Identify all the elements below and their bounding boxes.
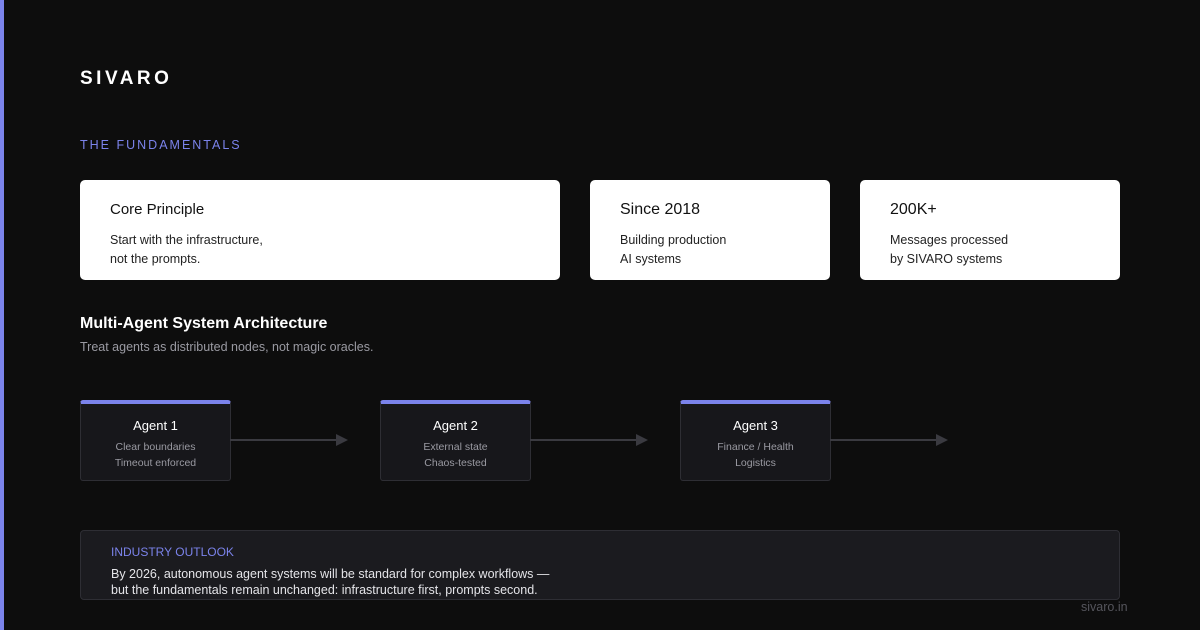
card-title: 200K+ [890,201,937,218]
agent-name: Agent 1 [133,418,178,433]
agent-detail: Clear boundaries [115,441,196,453]
architecture-subtitle: Treat agents as distributed nodes, not m… [80,340,374,354]
card-text: Start with the infrastructure, [110,233,263,247]
card-title: Since 2018 [620,201,701,218]
card-core-principle: Core Principle Start with the infrastruc… [80,180,560,280]
agent-node-1: Agent 1 Clear boundaries Timeout enforce… [80,400,231,481]
agent-node-3: Agent 3 Finance / Health Logistics [680,400,831,481]
card-title: Core Principle [110,201,205,218]
agent-node-2: Agent 2 External state Chaos-tested [380,400,531,481]
agent-detail: Timeout enforced [114,457,197,469]
outlook-label: INDUSTRY OUTLOOK [111,545,234,559]
footer-url: sivaro.in [1081,600,1128,614]
accent-bar [0,0,4,630]
agent-detail: Chaos-tested [424,457,487,469]
outlook-text: By 2026, autonomous agent systems will b… [111,567,550,581]
architecture-title: Multi-Agent System Architecture [80,315,328,332]
card-text: Messages processed [890,233,1009,247]
card-text: not the prompts. [110,252,201,266]
outlook-text: but the fundamentals remain unchanged: i… [111,583,538,597]
agent-name: Agent 3 [733,418,778,433]
agent-name: Agent 2 [433,418,478,433]
section-label: THE FUNDAMENTALS [80,138,242,152]
arrow-right-icon [230,434,348,446]
arrow-right-icon [830,434,948,446]
industry-outlook-panel: INDUSTRY OUTLOOK By 2026, autonomous age… [80,530,1120,600]
card-since-2018: Since 2018 Building production AI system… [590,180,830,280]
card-text: AI systems [620,252,682,266]
arrow-right-icon [530,434,648,446]
card-text: Building production [620,233,727,247]
card-text: by SIVARO systems [890,252,1003,266]
agent-detail: External state [423,441,488,453]
agent-detail: Finance / Health [717,441,794,453]
card-messages: 200K+ Messages processed by SIVARO syste… [860,180,1120,280]
agent-detail: Logistics [735,457,776,469]
page: SIVARO THE FUNDAMENTALS Core Principle S… [0,0,1200,630]
brand-logo: SIVARO [80,68,173,89]
